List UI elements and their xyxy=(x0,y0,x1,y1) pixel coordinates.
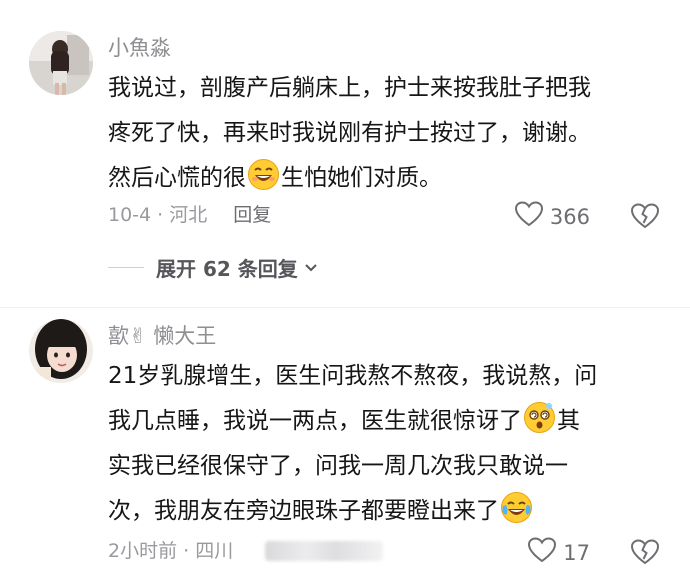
comment-line: 21岁乳腺增生，医生问我熬不熬夜，我说熬，问 xyxy=(108,363,598,389)
avatar[interactable] xyxy=(29,31,93,95)
heart-icon xyxy=(514,200,544,233)
comment-line: 次，我朋友在旁边眼珠子都要瞪出来了 xyxy=(108,489,670,534)
avatar[interactable] xyxy=(29,319,93,383)
dislike-button[interactable] xyxy=(630,537,660,567)
expand-replies-label: 展开 62 条回复 xyxy=(156,257,298,281)
comment-meta: 10-4 · 河北 回复 xyxy=(108,206,271,225)
username[interactable]: 小魚淼 xyxy=(108,38,171,59)
divider-rule xyxy=(108,267,144,268)
comment-line: 然后心慌的很 生怕她们对质。 xyxy=(108,156,670,201)
heart-icon xyxy=(527,536,557,569)
date-location: 10-4 · 河北 xyxy=(108,204,208,226)
tears-of-joy-emoji xyxy=(500,491,533,524)
comment-meta: 2小时前 · 四川 xyxy=(108,540,384,562)
like-button[interactable]: 366 xyxy=(514,200,590,233)
broken-heart-icon xyxy=(630,203,660,229)
grinning-sweat-emoji xyxy=(247,158,280,191)
broken-heart-icon xyxy=(630,539,660,565)
date-location: 2小时前 · 四川 xyxy=(108,540,234,562)
comment-line: 实我已经很保守了，问我一周几次我只敢说一 xyxy=(108,453,568,479)
username[interactable]: 歖✌ 懒大王 xyxy=(108,326,216,347)
expand-replies-button[interactable]: 展开 62 条回复 xyxy=(108,253,318,282)
dislike-button[interactable] xyxy=(630,201,660,231)
comment-text: 我说过，剖腹产后躺床上，护士来按我肚子把我 疼死了快，再来时我说刚有护士按过了，… xyxy=(108,66,670,201)
comment-text: 21岁乳腺增生，医生问我熬不熬夜，我说熬，问 我几点睡，我说一两点，医生就很惊讶… xyxy=(108,354,670,534)
like-count: 366 xyxy=(549,204,590,229)
chevron-down-icon xyxy=(304,263,318,273)
dizzy-face-emoji xyxy=(523,401,556,434)
blurred-content xyxy=(265,541,384,561)
comment-line: 我几点睡，我说一两点，医生就很惊讶了其 xyxy=(108,399,670,444)
reply-button[interactable]: 回复 xyxy=(233,204,271,226)
like-count: 17 xyxy=(563,540,590,565)
like-button[interactable]: 17 xyxy=(527,536,590,569)
comment-line: 疼死了快，再来时我说刚有护士按过了，谢谢。 xyxy=(108,120,591,146)
comment-divider xyxy=(0,307,690,308)
comment-line: 我说过，剖腹产后躺床上，护士来按我肚子把我 xyxy=(108,75,591,101)
